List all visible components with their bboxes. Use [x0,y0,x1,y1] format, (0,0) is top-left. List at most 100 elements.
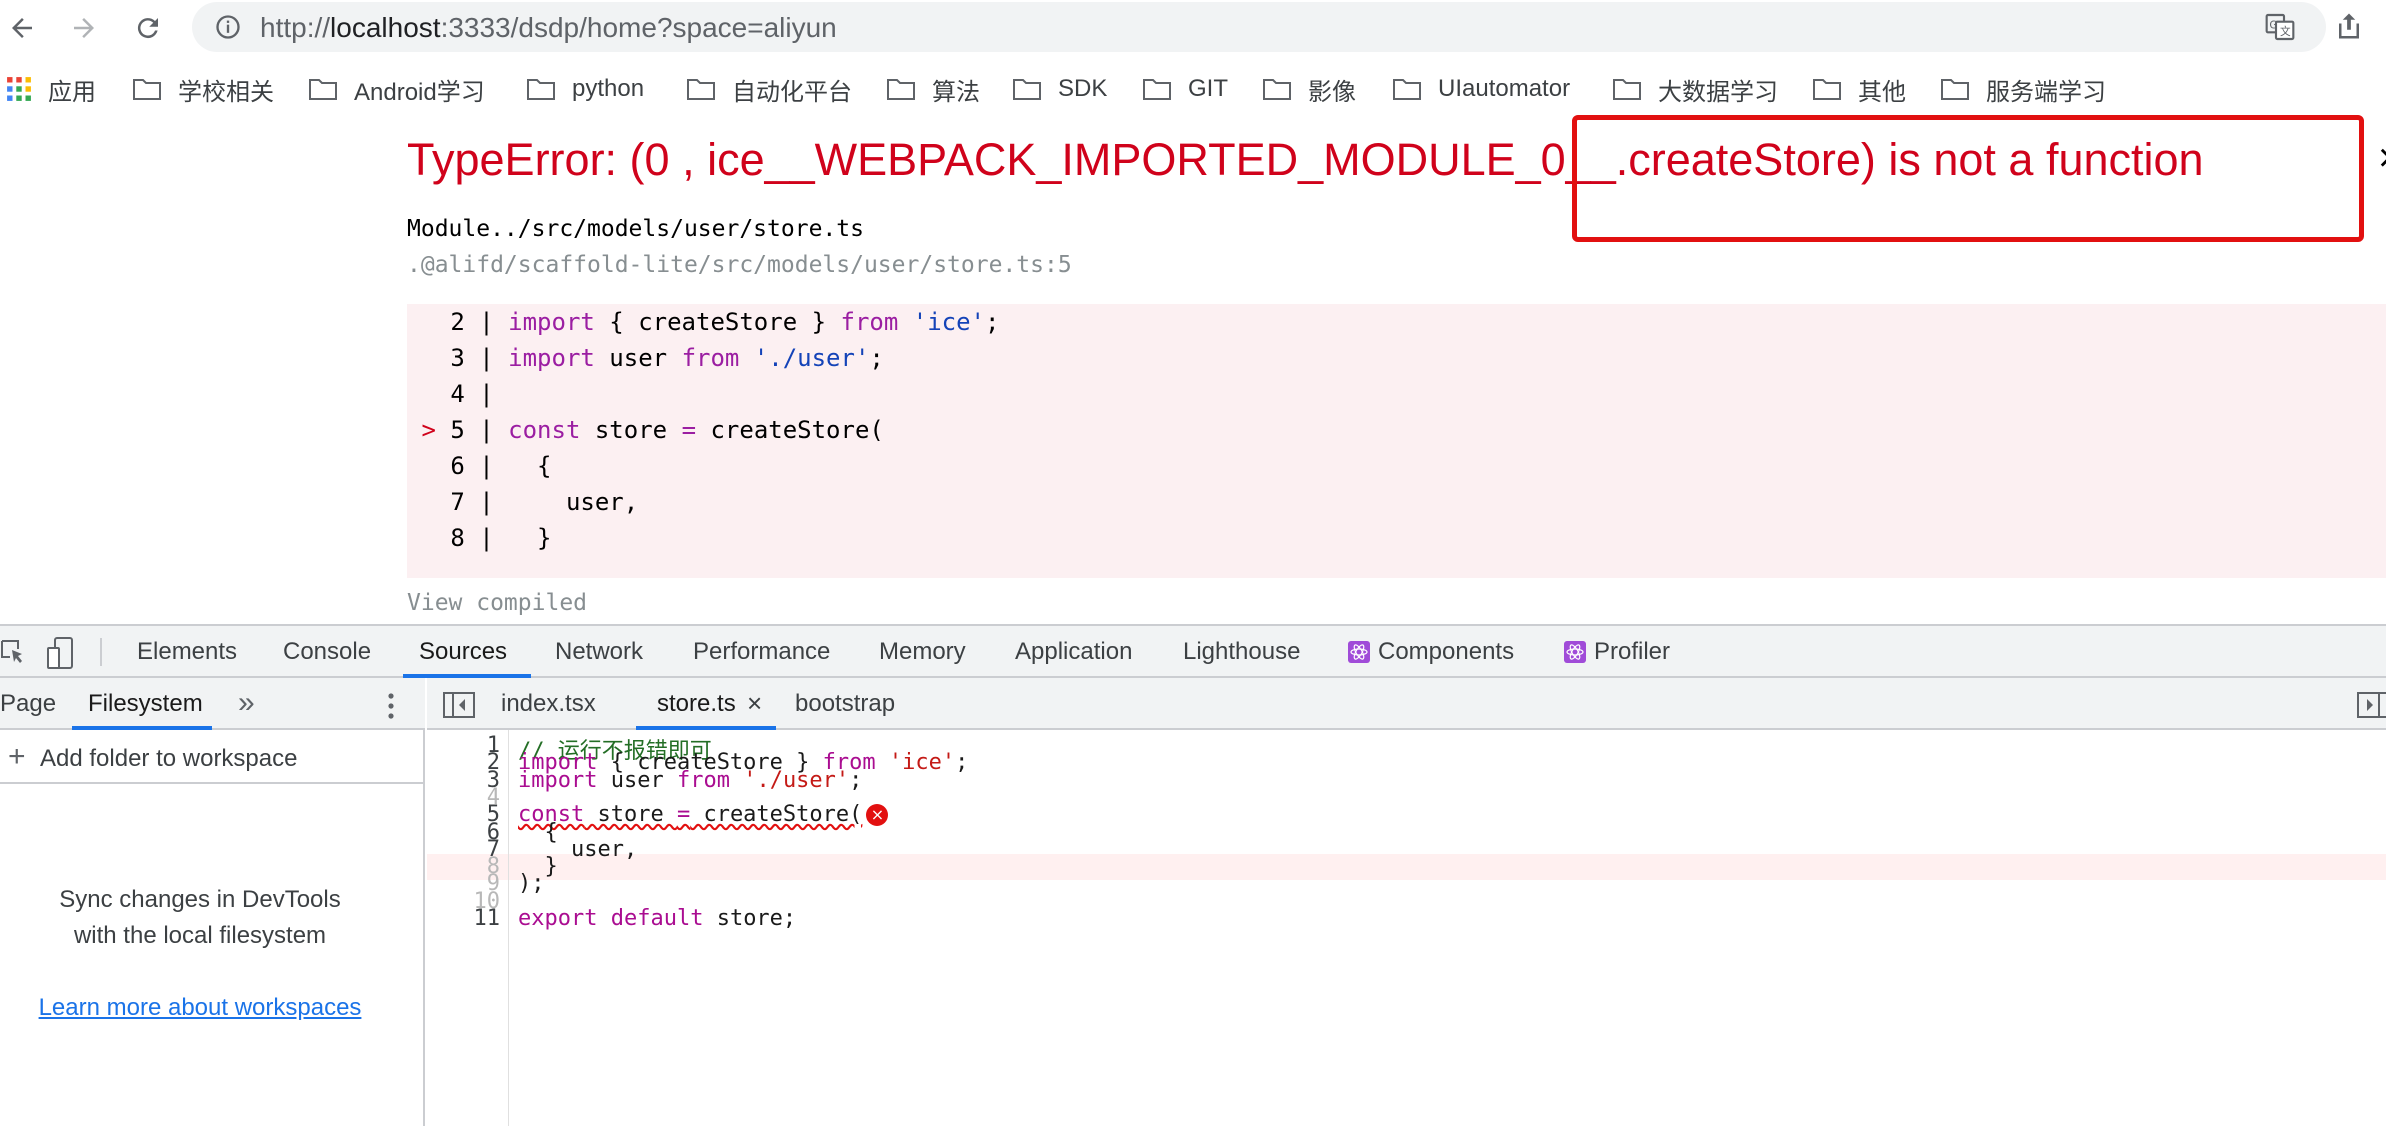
code-frame-line: 4 | [407,380,509,408]
nav-tab-page[interactable]: Page [0,690,56,718]
share-icon[interactable] [2334,10,2364,42]
error-line-highlight [427,854,2386,880]
close-icon[interactable]: × [2378,136,2386,176]
svg-text:文: 文 [2280,25,2291,38]
folder-icon [309,79,337,100]
code-line[interactable]: ); [518,871,545,897]
tab-sources[interactable]: Sources [419,638,507,666]
tab-components-label: Components [1378,638,1515,665]
editor-tab-store[interactable]: store.ts [657,690,736,718]
bookmark-folder[interactable]: python [526,72,644,106]
bookmark-label: python [572,75,645,102]
reload-icon [137,18,158,39]
code-frame: 2 | import { createStore } from 'ice'; 3… [407,304,2386,578]
nav-tab-filesystem[interactable]: Filesystem [88,690,203,718]
folder-icon [133,79,161,100]
tab-console[interactable]: Console [283,638,371,666]
sync-message-line2: with the local filesystem [73,922,327,949]
folder-icon [1813,79,1841,100]
toolbar-divider [100,638,102,666]
add-folder-button[interactable]: + Add folder to workspace [0,732,423,784]
tab-performance[interactable]: Performance [693,638,830,666]
toggle-navigator-icon[interactable] [443,692,475,718]
code-line[interactable]: const store = createStore(× [518,802,889,828]
url-host: localhost [330,12,441,43]
bookmark-label: 应用 [48,78,96,106]
tab-profiler[interactable]: Profiler [1564,638,1670,666]
bookmark-folder[interactable]: Android学习 [308,72,485,106]
error-overlay: TypeError: (0 , ice__WEBPACK_IMPORTED_MO… [0,115,2386,626]
error-module-line: Module../src/models/user/store.ts [407,216,864,242]
url-text[interactable]: http://localhost:3333/dsdp/home?space=al… [260,12,837,44]
forward-button[interactable] [64,8,104,48]
folder-icon [1613,79,1641,100]
reload-button[interactable] [128,8,168,48]
bookmark-label: 大数据学习 [1658,78,1778,106]
info-icon[interactable] [214,13,242,41]
editor-tab-index[interactable]: index.tsx [501,690,596,718]
code-frame-line: 6 | { [407,452,552,480]
bookmark-folder[interactable]: 算法 [886,72,980,106]
url-path: :3333/dsdp/home?space=aliyun [440,12,837,43]
inspect-element-icon[interactable] [0,638,26,668]
add-folder-label: Add folder to workspace [40,745,298,772]
react-icon [1348,641,1370,663]
tab-application[interactable]: Application [1015,638,1132,666]
translate-icon[interactable]: G文 [2264,11,2296,43]
tab-network[interactable]: Network [555,638,643,666]
close-tab-icon[interactable]: × [747,688,762,719]
tab-elements[interactable]: Elements [137,638,237,666]
sync-message-line1: Sync changes in DevTools [59,886,341,913]
code-frame-line: 2 | import { createStore } from 'ice'; [407,308,1000,336]
code-line[interactable]: import user from './user'; [518,768,862,794]
tab-components[interactable]: Components [1348,638,1514,666]
learn-more-link[interactable]: Learn more about workspaces [0,994,400,1022]
bookmark-folder[interactable]: 其他 [1812,72,1906,106]
line-number[interactable]: 11 [440,906,501,931]
code-frame-line: 3 | import user from './user'; [407,344,884,372]
devtools-tabbar: Elements Console Sources Network Perform… [0,626,2386,678]
bookmark-label: SDK [1058,75,1108,102]
device-toolbar-icon[interactable] [46,636,76,670]
svg-text:G: G [2269,18,2277,31]
bookmark-folder[interactable]: 大数据学习 [1612,72,1778,106]
folder-icon [687,79,715,100]
tab-profiler-label: Profiler [1594,638,1671,665]
bookmark-folder[interactable]: 自动化平台 [686,72,852,106]
code-frame-line: > 5 | const store = createStore( [421,416,884,444]
bookmark-folder[interactable]: UIautomator [1392,72,1570,106]
bookmark-folder[interactable]: 学校相关 [132,72,274,106]
address-bar[interactable]: http://localhost:3333/dsdp/home?space=al… [192,2,2326,52]
tab-lighthouse[interactable]: Lighthouse [1183,638,1300,666]
bookmark-label: 自动化平台 [732,78,852,106]
code-frame-line: 7 | user, [407,488,639,516]
bookmark-folder[interactable]: 影像 [1262,72,1356,106]
bookmark-label: UIautomator [1438,75,1571,102]
sources-navigator: Page Filesystem » + Add folder to worksp… [0,678,425,1126]
url-scheme: http:// [260,12,331,43]
more-tabs-chevron-icon[interactable]: » [238,686,255,720]
back-button[interactable] [2,8,42,48]
bookmark-folder[interactable]: GIT [1142,72,1228,106]
bookmark-folder[interactable]: 服务端学习 [1940,72,2106,106]
forward-arrow-icon [74,18,94,38]
active-tab-indicator [72,726,212,730]
bookmark-label: 影像 [1308,78,1356,106]
code-frame-line: 8 | } [407,524,552,552]
bookmark-apps[interactable]: 应用 [6,72,96,106]
toggle-debugger-icon[interactable] [2357,692,2386,718]
bookmark-folder[interactable]: SDK [1012,72,1107,106]
code-editor[interactable]: 1 2 3 4 5 6 7 8 9 10 11 // 运行不报错即可 import { createS… [427,730,2386,1126]
error-icon[interactable]: × [866,804,889,827]
view-compiled-link[interactable]: View compiled [407,590,587,616]
bookmarks-bar: 应用 学校相关 Android学习 python 自动化平台 算法 SDK GI… [0,62,2386,116]
editor-tab-bootstrap[interactable]: bootstrap [795,690,895,718]
tab-memory[interactable]: Memory [879,638,966,666]
code-line[interactable]: export default store; [518,906,796,932]
line-number-gutter: 1 2 3 4 5 6 7 8 9 10 11 [427,730,509,1126]
navigator-tabbar: Page Filesystem » [0,678,425,730]
bookmark-label: 算法 [932,78,980,106]
annotation-highlight-box [1572,115,2364,242]
react-icon [1564,641,1586,663]
more-options-icon[interactable] [386,692,396,720]
